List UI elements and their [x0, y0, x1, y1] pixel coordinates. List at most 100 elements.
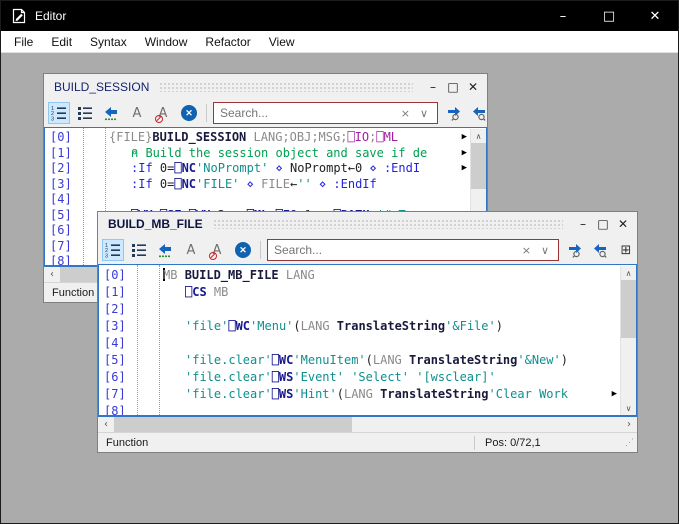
line-number: [3]	[45, 177, 81, 193]
titlebar-pattern	[159, 82, 413, 92]
build-session-titlebar[interactable]: BUILD_SESSION – □ ✕	[44, 74, 487, 99]
scroll-left-icon[interactable]: ‹	[44, 269, 60, 280]
search-clear-icon[interactable]: ×	[517, 244, 536, 257]
quit-button[interactable]: ✕	[232, 239, 254, 261]
code-line: [6]'file.clear'⎕WS'Event' 'Select' '[wsc…	[99, 369, 620, 386]
quit-button[interactable]: ✕	[178, 102, 200, 124]
toggle-tree-view-button[interactable]	[74, 102, 96, 124]
maximize-icon[interactable]: □	[593, 215, 613, 233]
code-line: [1]⍝ Build the session object and save i…	[45, 146, 470, 162]
comment-button[interactable]: A	[180, 239, 202, 261]
search-box: × ∨	[267, 239, 559, 261]
main-titlebar[interactable]: Editor – □ ✕	[1, 1, 678, 31]
search-clear-icon[interactable]: ×	[396, 107, 415, 120]
resize-grip[interactable]: ⋰	[625, 437, 637, 448]
uncomment-button[interactable]: A	[152, 102, 174, 124]
menu-bar: File Edit Syntax Window Refactor View	[1, 31, 678, 53]
close-button[interactable]: ✕	[632, 1, 678, 31]
line-number: [2]	[45, 161, 81, 177]
code-editor-text[interactable]: [0]MB BUILD_MB_FILE LANG[1]⎕CS MB[2][3]'…	[99, 266, 620, 415]
search-input[interactable]	[220, 106, 396, 120]
scroll-down-icon[interactable]: ∨	[621, 401, 636, 415]
scroll-left-icon[interactable]: ‹	[98, 419, 114, 430]
code-line: [5]'file.clear'⎕WC'MenuItem'(LANG Transl…	[99, 352, 620, 369]
status-text: Function	[98, 437, 474, 449]
previous-location-button[interactable]	[100, 102, 122, 124]
toggle-line-numbers-button[interactable]: 1 2 3	[102, 239, 124, 261]
code-line: [0]MB BUILD_MB_FILE LANG	[99, 267, 620, 284]
vertical-scroll-thumb[interactable]	[621, 280, 636, 338]
search-previous-button[interactable]	[589, 239, 611, 261]
quit-x-icon: ✕	[181, 105, 197, 121]
build-mb-file-toolbar: 1 2 3	[98, 236, 637, 264]
close-icon[interactable]: ✕	[613, 215, 633, 233]
expand-all-button[interactable]: ⊞	[615, 239, 637, 261]
line-continuation-arrow: ▶	[462, 161, 467, 177]
menu-syntax[interactable]: Syntax	[81, 32, 136, 52]
build-mb-file-titlebar[interactable]: BUILD_MB_FILE – □ ✕	[98, 212, 637, 236]
search-previous-button[interactable]	[468, 102, 487, 124]
search-dropdown-icon[interactable]: ∨	[536, 244, 554, 257]
code-line: [2]	[99, 301, 620, 318]
window-build-mb-file: BUILD_MB_FILE – □ ✕ 1 2 3	[97, 211, 638, 453]
maximize-icon[interactable]: □	[443, 78, 463, 96]
code-line: [4]	[45, 192, 470, 208]
menu-view[interactable]: View	[260, 32, 304, 52]
mdi-client-area: BUILD_SESSION – □ ✕ 1 2 3	[1, 53, 678, 524]
build-mb-file-code-area[interactable]: [0]MB BUILD_MB_FILE LANG[1]⎕CS MB[2][3]'…	[98, 264, 637, 416]
line-number: [1]	[99, 284, 135, 301]
toolbar-separator	[260, 241, 261, 259]
horizontal-scroll-thumb[interactable]	[114, 417, 352, 432]
scroll-right-icon[interactable]: ›	[621, 419, 637, 430]
line-number: [1]	[45, 146, 81, 162]
line-number: [0]	[99, 267, 135, 284]
scroll-up-icon[interactable]: ∧	[471, 129, 486, 143]
toolbar-separator	[206, 104, 207, 122]
menu-edit[interactable]: Edit	[42, 32, 81, 52]
code-line: [3]'file'⎕WC'Menu'(LANG TranslateString'…	[99, 318, 620, 335]
code-line: [4]	[99, 335, 620, 352]
vertical-scroll-thumb[interactable]	[471, 143, 486, 189]
comment-button[interactable]: A	[126, 102, 148, 124]
build-mb-file-title: BUILD_MB_FILE	[108, 217, 203, 231]
line-continuation-arrow: ▶	[612, 386, 617, 403]
menu-file[interactable]: File	[5, 32, 42, 52]
minimize-button[interactable]: –	[540, 1, 586, 31]
line-continuation-arrow: ▶	[462, 146, 467, 162]
search-next-button[interactable]	[442, 102, 464, 124]
numbered-list-icon: 1 2 3	[51, 105, 67, 121]
uncomment-button[interactable]: A	[206, 239, 228, 261]
svg-text:3: 3	[105, 253, 108, 258]
build-session-title: BUILD_SESSION	[54, 80, 149, 94]
build-mb-file-statusbar: Function Pos: 0/72,1 ⋰	[98, 432, 637, 452]
menu-window[interactable]: Window	[136, 32, 197, 52]
search-dropdown-icon[interactable]: ∨	[415, 107, 433, 120]
uncomment-icon: A	[159, 107, 168, 120]
search-box: × ∨	[213, 102, 438, 124]
previous-location-button[interactable]	[154, 239, 176, 261]
comment-icon: A	[187, 244, 196, 257]
window-title: Editor	[35, 9, 66, 23]
search-next-button[interactable]	[563, 239, 585, 261]
maximize-button[interactable]: □	[586, 1, 632, 31]
menu-refactor[interactable]: Refactor	[196, 32, 259, 52]
toggle-line-numbers-button[interactable]: 1 2 3	[48, 102, 70, 124]
build-session-toolbar: 1 2 3	[44, 99, 487, 127]
code-line: [2]:If 0=⎕NC'NoPrompt' ⋄ NoPrompt←0 ⋄ :E…	[45, 161, 470, 177]
minimize-icon[interactable]: –	[573, 215, 593, 233]
line-number: [5]	[99, 352, 135, 369]
minimize-icon[interactable]: –	[423, 78, 443, 96]
line-number: [0]	[45, 130, 81, 146]
code-line: [1]⎕CS MB	[99, 284, 620, 301]
vertical-scrollbar[interactable]: ∧ ∨	[620, 266, 636, 415]
toggle-tree-view-button[interactable]	[128, 239, 150, 261]
line-number: [3]	[99, 318, 135, 335]
close-icon[interactable]: ✕	[463, 78, 483, 96]
search-next-icon	[566, 242, 583, 258]
editor-application-window: Editor – □ ✕ File Edit Syntax Window Ref…	[0, 0, 679, 524]
line-continuation-arrow: ▶	[462, 130, 467, 146]
horizontal-scrollbar[interactable]: ‹ ›	[98, 416, 637, 432]
search-next-icon	[445, 105, 462, 121]
search-input[interactable]	[274, 243, 517, 257]
scroll-up-icon[interactable]: ∧	[621, 266, 636, 280]
